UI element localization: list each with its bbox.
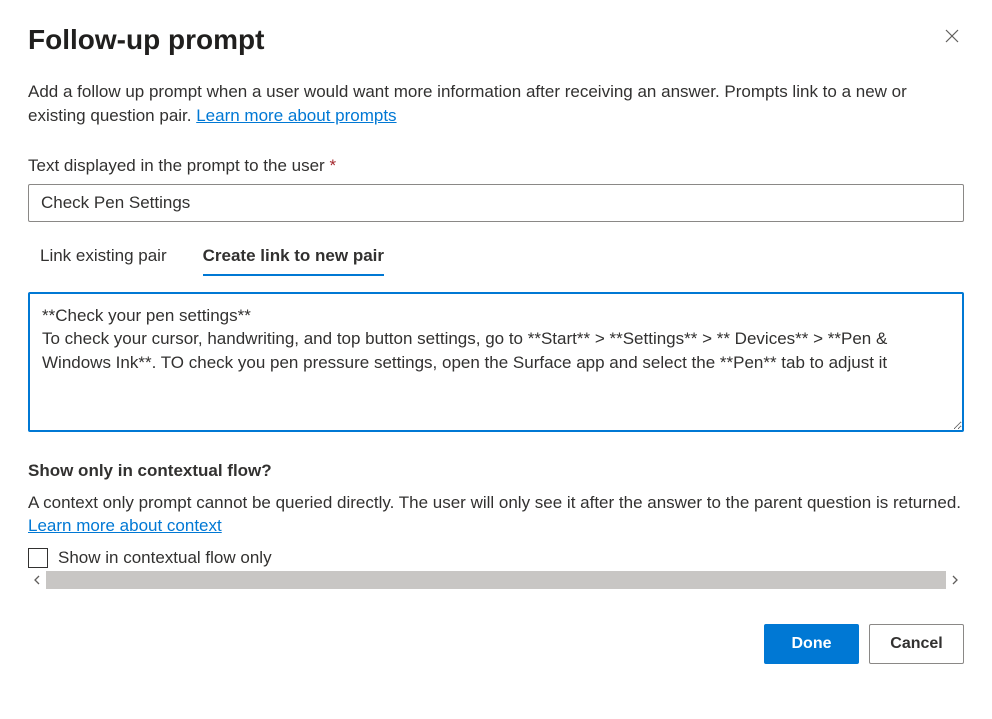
- scroll-right-arrow-icon[interactable]: [946, 571, 964, 589]
- learn-more-prompts-link[interactable]: Learn more about prompts: [196, 106, 396, 125]
- cancel-button[interactable]: Cancel: [869, 624, 964, 664]
- dialog-description: Add a follow up prompt when a user would…: [28, 80, 964, 128]
- display-text-input[interactable]: [28, 184, 964, 222]
- answer-textarea[interactable]: [28, 292, 964, 432]
- horizontal-scrollbar[interactable]: [28, 570, 964, 590]
- context-checkbox[interactable]: [28, 548, 48, 568]
- context-description: A context only prompt cannot be queried …: [28, 491, 964, 539]
- context-checkbox-label: Show in contextual flow only: [58, 548, 272, 568]
- display-text-label-text: Text displayed in the prompt to the user: [28, 156, 325, 175]
- done-button[interactable]: Done: [764, 624, 859, 664]
- tab-link-existing[interactable]: Link existing pair: [40, 246, 167, 276]
- close-button[interactable]: [940, 24, 964, 51]
- footer-buttons: Done Cancel: [28, 624, 964, 664]
- scroll-track[interactable]: [46, 571, 946, 589]
- dialog-title: Follow-up prompt: [28, 24, 264, 56]
- scroll-left-arrow-icon[interactable]: [28, 571, 46, 589]
- close-icon: [944, 32, 960, 47]
- context-heading: Show only in contextual flow?: [28, 461, 964, 481]
- tab-create-new[interactable]: Create link to new pair: [203, 246, 384, 276]
- required-asterisk: *: [329, 156, 336, 175]
- pair-tabs: Link existing pair Create link to new pa…: [28, 246, 964, 276]
- learn-more-context-link[interactable]: Learn more about context: [28, 516, 222, 535]
- display-text-label: Text displayed in the prompt to the user…: [28, 156, 964, 176]
- context-description-text: A context only prompt cannot be queried …: [28, 493, 961, 512]
- dialog-description-text: Add a follow up prompt when a user would…: [28, 82, 907, 125]
